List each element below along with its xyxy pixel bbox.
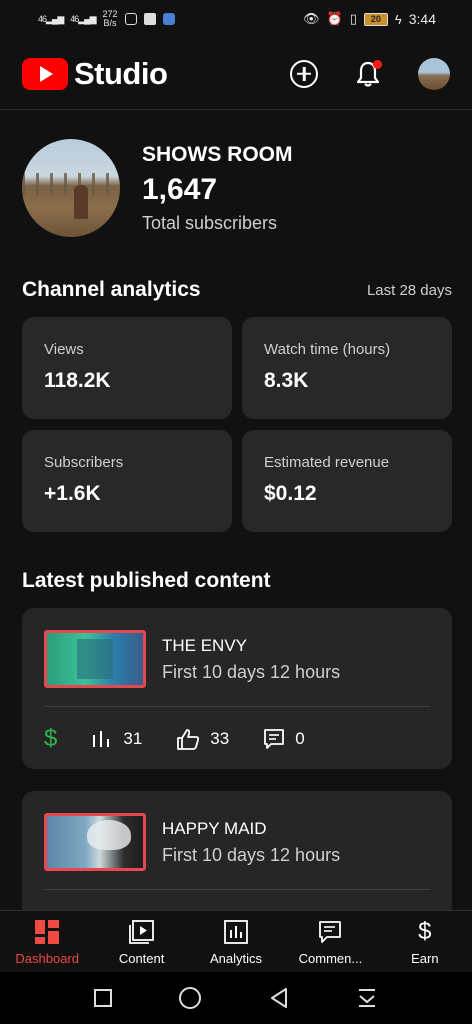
status-left: 46▂▄▆ 46▂▄▆ 272 B/s xyxy=(38,10,175,28)
channel-name: SHOWS ROOM xyxy=(142,142,293,166)
app-notification-icon xyxy=(162,13,175,25)
status-bar: 46▂▄▆ 46▂▄▆ 272 B/s 👁 ⏰ ▯ 20 ϟ 3:44 xyxy=(0,0,472,38)
comments-icon xyxy=(318,919,342,945)
video-period: First 10 days 12 hours xyxy=(162,844,341,865)
vibrate-icon: ▯ xyxy=(349,11,357,26)
channel-summary: SHOWS ROOM 1,647 Total subscribers xyxy=(22,138,452,238)
nav-label: Content xyxy=(118,951,165,966)
analytics-card-subscribers[interactable]: Subscribers +1.6K xyxy=(22,430,232,532)
analytics-card-revenue[interactable]: Estimated revenue $0.12 xyxy=(242,430,452,532)
nav-analytics[interactable]: Analytics xyxy=(189,911,283,972)
comments-count: 0 xyxy=(295,729,305,748)
content-text: HAPPY MAID First 10 days 12 hours xyxy=(162,819,340,866)
nav-dashboard[interactable]: Dashboard xyxy=(0,911,94,972)
content-text: THE ENVY First 10 days 12 hours xyxy=(162,636,340,683)
analytics-header: Channel analytics Last 28 days xyxy=(22,278,452,302)
card-label: Subscribers xyxy=(44,454,124,471)
notification-badge xyxy=(373,59,382,69)
status-right: 👁 ⏰ ▯ 20 ϟ 3:44 xyxy=(303,11,436,27)
thumbs-up-icon xyxy=(177,729,200,750)
nav-earn[interactable]: $ Earn xyxy=(378,911,472,972)
system-nav xyxy=(0,972,472,1024)
channel-info: SHOWS ROOM 1,647 Total subscribers xyxy=(142,143,293,234)
views-count: 31 xyxy=(123,729,143,748)
alarm-icon: ⏰ xyxy=(326,11,343,26)
analytics-card-views[interactable]: Views 118.2K xyxy=(22,317,232,419)
account-avatar[interactable] xyxy=(418,57,450,90)
video-title: THE ENVY xyxy=(162,635,248,655)
likes-count: 33 xyxy=(210,729,230,748)
nav-label: Earn xyxy=(411,951,439,966)
revenue-stat[interactable]: $ xyxy=(44,725,57,753)
video-thumbnail[interactable] xyxy=(44,630,146,688)
youtube-logo-icon[interactable] xyxy=(22,57,68,90)
bottom-nav: Dashboard Content Analytics Commen... $ … xyxy=(0,910,472,972)
content-item[interactable]: HAPPY MAID First 10 days 12 hours xyxy=(22,791,452,921)
recent-apps-button[interactable] xyxy=(93,989,112,1007)
brand-title: Studio xyxy=(74,55,168,91)
nav-content[interactable]: Content xyxy=(94,911,188,972)
analytics-icon xyxy=(224,919,248,945)
video-thumbnail[interactable] xyxy=(44,813,146,871)
video-title: HAPPY MAID xyxy=(162,818,267,838)
dollar-icon: $ xyxy=(418,918,432,945)
home-button[interactable] xyxy=(179,987,202,1009)
bar-chart-icon xyxy=(93,731,110,747)
facebook-icon xyxy=(143,13,156,25)
comment-icon xyxy=(264,729,285,749)
card-value: 118.2K xyxy=(44,369,111,392)
content-top: THE ENVY First 10 days 12 hours xyxy=(22,608,452,688)
card-value: $0.12 xyxy=(264,482,317,505)
video-stats: $ 31 33 0 xyxy=(22,707,452,771)
content-icon xyxy=(128,919,155,945)
comments-stat[interactable]: 0 xyxy=(263,728,305,750)
dashboard-icon xyxy=(35,919,60,945)
signal-icon: 46▂▄▆ xyxy=(38,13,64,24)
create-button[interactable] xyxy=(290,59,318,88)
nav-comments[interactable]: Commen... xyxy=(283,911,377,972)
nav-label: Commen... xyxy=(298,951,363,966)
card-value: 8.3K xyxy=(264,369,309,392)
channel-avatar[interactable] xyxy=(22,139,120,237)
notifications-button[interactable] xyxy=(356,59,382,88)
dollar-icon: $ xyxy=(44,725,58,752)
instagram-icon xyxy=(124,13,137,25)
divider xyxy=(44,889,430,890)
card-label: Views xyxy=(44,341,84,358)
card-label: Watch time (hours) xyxy=(264,341,391,358)
card-value: +1.6K xyxy=(44,482,101,505)
analytics-period: Last 28 days xyxy=(366,281,452,299)
header-actions xyxy=(290,57,450,90)
nav-label: Dashboard xyxy=(15,951,79,966)
subscriber-count: 1,647 xyxy=(142,172,218,206)
analytics-card-watch-time[interactable]: Watch time (hours) 8.3K xyxy=(242,317,452,419)
content-item[interactable]: THE ENVY First 10 days 12 hours $ 31 33 xyxy=(22,608,452,769)
content-top: HAPPY MAID First 10 days 12 hours xyxy=(22,791,452,871)
analytics-title: Channel analytics xyxy=(22,278,201,301)
nav-label: Analytics xyxy=(210,951,263,966)
back-button[interactable] xyxy=(269,987,289,1009)
latest-content-title: Latest published content xyxy=(22,569,271,592)
card-label: Estimated revenue xyxy=(264,454,390,471)
likes-stat[interactable]: 33 xyxy=(176,728,229,750)
eye-icon: 👁 xyxy=(303,11,320,26)
status-time: 3:44 xyxy=(408,11,436,27)
app-header: Studio xyxy=(0,38,472,110)
charging-icon: ϟ xyxy=(394,11,402,27)
views-stat[interactable]: 31 xyxy=(91,729,142,749)
video-period: First 10 days 12 hours xyxy=(162,661,341,682)
battery-icon: 20 xyxy=(363,12,388,26)
signal-icon-2: 46▂▄▆ xyxy=(70,13,96,24)
hide-nav-button[interactable] xyxy=(356,987,378,1009)
net-speed: 272 B/s xyxy=(102,9,118,28)
subscriber-label: Total subscribers xyxy=(142,212,278,233)
